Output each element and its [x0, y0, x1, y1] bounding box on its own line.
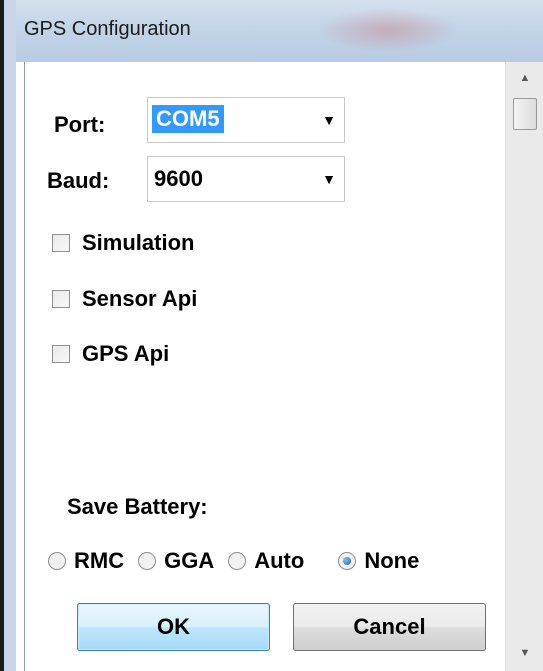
baud-label: Baud:	[47, 168, 110, 193]
checkbox-label: GPS Api	[82, 341, 170, 366]
title-bar: GPS Configuration	[0, 0, 543, 671]
scroll-thumb[interactable]	[513, 98, 537, 130]
save-battery-label: Save Battery:	[67, 494, 208, 519]
radio-button[interactable]	[228, 552, 247, 570]
baud-value: 9600	[154, 166, 203, 191]
checkbox-box[interactable]	[52, 345, 70, 363]
scroll-up-icon[interactable]: ▲	[506, 66, 543, 90]
chevron-down-icon[interactable]: ▼	[322, 112, 336, 128]
radio-label: RMC	[74, 548, 125, 573]
window-title: GPS Configuration	[24, 18, 191, 40]
radio-label: GGA	[164, 548, 215, 573]
checkbox-label: Sensor Api	[82, 286, 198, 311]
checkbox-box[interactable]	[52, 290, 70, 308]
radio-label: Auto	[254, 548, 305, 573]
checkbox-sensor-api[interactable]: Sensor Api	[52, 286, 197, 312]
radio-gga[interactable]: GGA	[138, 548, 214, 574]
radio-rmc[interactable]: RMC	[48, 548, 124, 574]
vertical-scrollbar[interactable]: ▲ ▼	[505, 62, 543, 671]
checkbox-simulation[interactable]: Simulation	[52, 230, 194, 256]
ok-button[interactable]: OK	[77, 603, 270, 651]
radio-button[interactable]	[338, 552, 357, 570]
checkbox-label: Simulation	[82, 230, 195, 255]
checkbox-gps-api[interactable]: GPS Api	[52, 341, 169, 367]
checkbox-box[interactable]	[52, 234, 70, 252]
window-edge	[0, 0, 16, 671]
save-battery-radio-group: RMC GGA Auto None	[48, 548, 419, 574]
radio-auto[interactable]: Auto	[228, 548, 304, 574]
baud-select[interactable]: 9600 ▼	[147, 156, 345, 202]
radio-button[interactable]	[138, 552, 157, 570]
port-value: COM5	[152, 105, 224, 133]
port-select[interactable]: COM5 ▼	[147, 97, 345, 143]
cancel-button[interactable]: Cancel	[293, 603, 486, 651]
chevron-down-icon[interactable]: ▼	[322, 171, 336, 187]
port-label: Port:	[54, 112, 106, 137]
background-blur	[318, 8, 458, 52]
radio-none[interactable]: None	[338, 548, 419, 574]
scroll-down-icon[interactable]: ▼	[506, 641, 543, 665]
radio-button[interactable]	[48, 552, 66, 570]
radio-label: None	[364, 548, 420, 573]
